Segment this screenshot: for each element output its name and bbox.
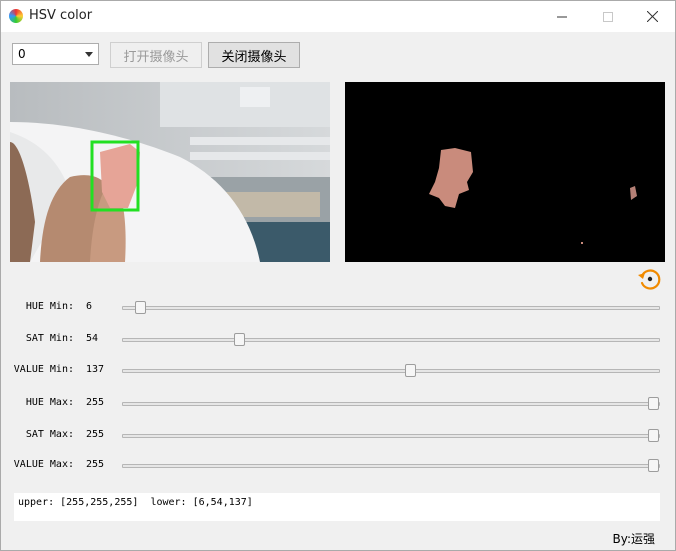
hsv-range-output: upper: [255,255,255] lower: [6,54,137] — [14, 493, 660, 521]
minimize-button[interactable] — [539, 1, 585, 32]
camera-select-value: 0 — [18, 47, 26, 61]
close-icon — [646, 11, 658, 22]
app-window: HSV color 0 打开摄像头 关闭摄像头 HUE Min: 6 SAT M… — [0, 0, 676, 551]
slider-label: SAT Max: — [25, 429, 74, 440]
open-camera-button[interactable]: 打开摄像头 — [110, 42, 202, 68]
close-button[interactable] — [629, 1, 675, 32]
camera-select[interactable]: 0 — [12, 43, 99, 65]
slider-thumb[interactable] — [135, 301, 146, 314]
slider-row: HUE Min: 6 — [1, 299, 676, 319]
slider-value: 137 — [86, 364, 105, 375]
chevron-down-icon — [85, 52, 93, 57]
slider-row: VALUE Max: 255 — [1, 457, 676, 477]
slider-thumb[interactable] — [648, 397, 659, 410]
slider-track[interactable] — [122, 369, 660, 373]
slider-label: HUE Max: — [25, 397, 74, 408]
refresh-icon[interactable] — [637, 267, 661, 291]
slider-label: HUE Min: — [25, 301, 74, 312]
camera-feed-image — [10, 82, 330, 262]
slider-value: 6 — [86, 301, 93, 312]
close-camera-button[interactable]: 关闭摄像头 — [208, 42, 300, 68]
slider-label: VALUE Min: — [13, 364, 74, 375]
slider-row: VALUE Min: 137 — [1, 362, 676, 382]
author-credit: By:运强 — [612, 532, 655, 546]
slider-value: 54 — [86, 333, 99, 344]
hsv-mask-image — [429, 148, 637, 244]
app-color-wheel-icon — [9, 9, 23, 23]
slider-value: 255 — [86, 459, 105, 470]
maximize-icon — [603, 11, 613, 22]
slider-track[interactable] — [122, 338, 660, 342]
slider-value: 255 — [86, 429, 105, 440]
title-bar: HSV color — [1, 1, 675, 32]
mask-view — [345, 82, 665, 262]
maximize-button[interactable] — [585, 1, 631, 32]
camera-feed-view — [10, 82, 330, 262]
slider-label: VALUE Max: — [13, 459, 74, 470]
slider-label: SAT Min: — [25, 333, 74, 344]
slider-track[interactable] — [122, 464, 660, 468]
slider-row: HUE Max: 255 — [1, 395, 676, 415]
slider-track[interactable] — [122, 434, 660, 438]
slider-track[interactable] — [122, 306, 660, 310]
slider-thumb[interactable] — [234, 333, 245, 346]
slider-value: 255 — [86, 397, 105, 408]
window-title: HSV color — [29, 8, 93, 23]
hsv-range-text: upper: [255,255,255] lower: [6,54,137] — [18, 497, 253, 508]
slider-thumb[interactable] — [648, 459, 659, 472]
minimize-icon — [557, 16, 567, 17]
slider-row: SAT Min: 54 — [1, 331, 676, 351]
slider-thumb[interactable] — [405, 364, 416, 377]
slider-track[interactable] — [122, 402, 660, 406]
slider-thumb[interactable] — [648, 429, 659, 442]
slider-row: SAT Max: 255 — [1, 427, 676, 447]
